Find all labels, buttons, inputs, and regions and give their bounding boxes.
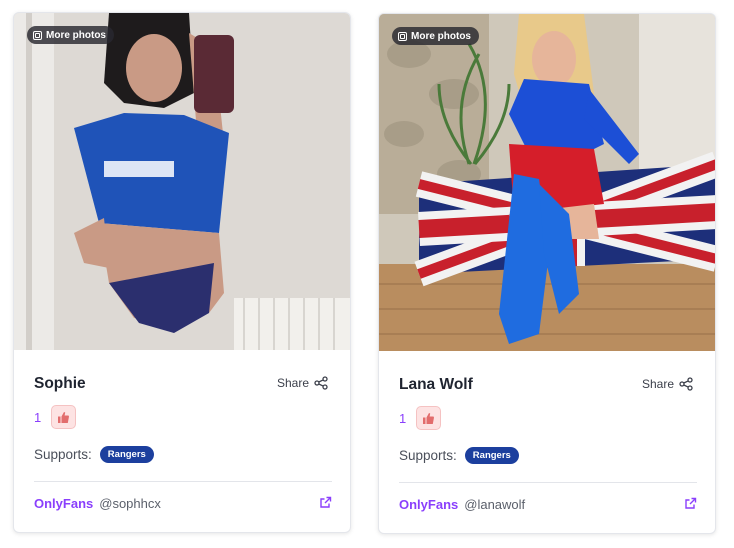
- social-handle: @sophhcx: [99, 496, 161, 511]
- gallery-icon: [398, 31, 407, 41]
- like-button[interactable]: [416, 406, 442, 430]
- like-count: 1: [399, 410, 407, 426]
- divider: [399, 482, 697, 483]
- divider: [34, 481, 332, 482]
- social-handle: @lanawolf: [464, 497, 526, 512]
- profile-name: Lana Wolf: [399, 376, 473, 393]
- profile-name: Sophie: [34, 375, 86, 392]
- like-group: 1: [399, 406, 442, 430]
- social-site: OnlyFans: [399, 497, 459, 512]
- social-link[interactable]: OnlyFans @lanawolf: [399, 497, 525, 512]
- supports-label: Supports:: [399, 448, 457, 463]
- share-label: Share: [276, 376, 309, 390]
- card-body: Sophie Share 1 Supports: Rangers OnlyFan…: [14, 350, 350, 532]
- supports-label: Supports:: [34, 447, 92, 462]
- external-link-icon[interactable]: [684, 497, 697, 510]
- thumbs-up-icon: [423, 412, 435, 424]
- share-button[interactable]: Share: [277, 376, 328, 390]
- more-photos-badge[interactable]: More photos: [392, 27, 479, 45]
- more-photos-badge[interactable]: More photos: [27, 26, 114, 44]
- profile-card[interactable]: More photos Lana Wolf Share 1 Supports: …: [378, 13, 716, 534]
- like-group: 1: [34, 405, 77, 429]
- external-link-icon[interactable]: [319, 496, 332, 509]
- share-label: Share: [641, 377, 674, 391]
- team-badge[interactable]: Rangers: [99, 446, 154, 463]
- share-icon: [314, 376, 328, 390]
- like-count: 1: [34, 409, 42, 425]
- team-badge[interactable]: Rangers: [464, 447, 519, 464]
- gallery-icon: [33, 30, 42, 40]
- thumbs-up-icon: [58, 411, 70, 423]
- social-site: OnlyFans: [34, 496, 94, 511]
- share-button[interactable]: Share: [642, 377, 693, 391]
- profile-grid: More photos Sophie Share 1 Supports: Ran…: [0, 0, 734, 548]
- supports-row: Supports: Rangers: [34, 446, 154, 463]
- like-button[interactable]: [51, 405, 77, 429]
- share-icon: [679, 377, 693, 391]
- profile-card[interactable]: More photos Sophie Share 1 Supports: Ran…: [13, 12, 351, 533]
- profile-photo[interactable]: More photos: [14, 13, 350, 350]
- supports-row: Supports: Rangers: [399, 447, 519, 464]
- profile-photo[interactable]: More photos: [379, 14, 715, 351]
- social-link[interactable]: OnlyFans @sophhcx: [34, 496, 161, 511]
- card-body: Lana Wolf Share 1 Supports: Rangers Only…: [379, 351, 715, 533]
